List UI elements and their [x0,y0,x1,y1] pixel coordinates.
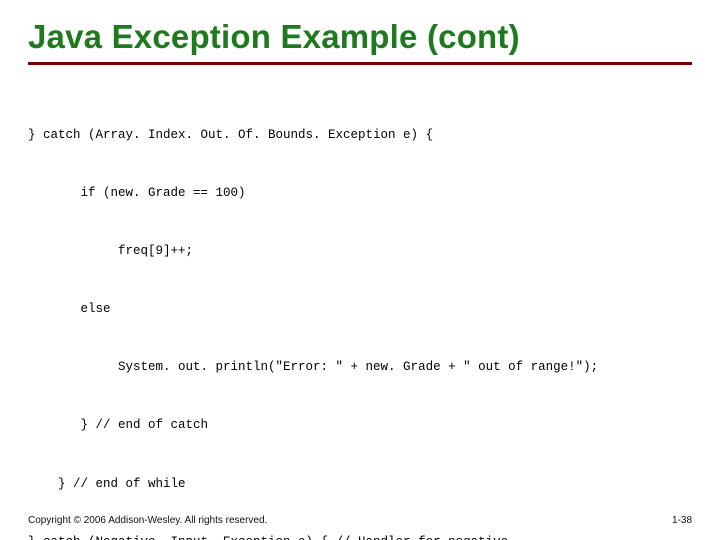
code-line: else [28,300,692,319]
code-block: } catch (Array. Index. Out. Of. Bounds. … [28,87,692,540]
code-line: System. out. println("Error: " + new. Gr… [28,358,692,377]
code-line: } catch (Negative. Input. Exception e) {… [28,533,692,540]
code-line: } // end of catch [28,416,692,435]
copyright-text: Copyright © 2006 Addison-Wesley. All rig… [28,515,267,526]
code-line: } catch (Array. Index. Out. Of. Bounds. … [28,126,692,145]
slide: Java Exception Example (cont) } catch (A… [0,0,720,540]
title-rule [28,62,692,65]
code-line: if (new. Grade == 100) [28,184,692,203]
page-title: Java Exception Example (cont) [28,18,692,56]
slide-footer: Copyright © 2006 Addison-Wesley. All rig… [28,515,692,526]
code-line: } // end of while [28,475,692,494]
code-line: freq[9]++; [28,242,692,261]
page-number: 1-38 [672,515,692,526]
